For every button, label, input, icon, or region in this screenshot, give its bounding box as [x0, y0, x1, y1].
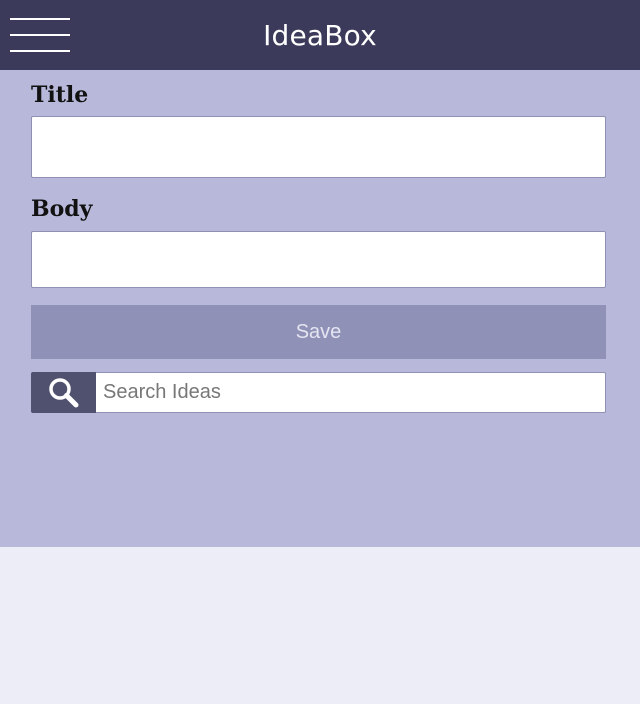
search-icon — [49, 378, 79, 408]
body-input[interactable] — [31, 231, 606, 288]
body-label: Body — [31, 196, 93, 222]
menu-button[interactable] — [10, 16, 70, 54]
app-header: IdeaBox — [0, 0, 640, 70]
title-label: Title — [31, 82, 89, 108]
app-title: IdeaBox — [263, 19, 377, 52]
title-input[interactable] — [31, 116, 606, 178]
ideas-list-area — [0, 547, 640, 704]
save-button[interactable]: Save — [31, 305, 606, 359]
search-button[interactable] — [31, 372, 97, 413]
idea-form: Title Body Save — [0, 70, 640, 547]
search-input[interactable] — [96, 372, 606, 413]
